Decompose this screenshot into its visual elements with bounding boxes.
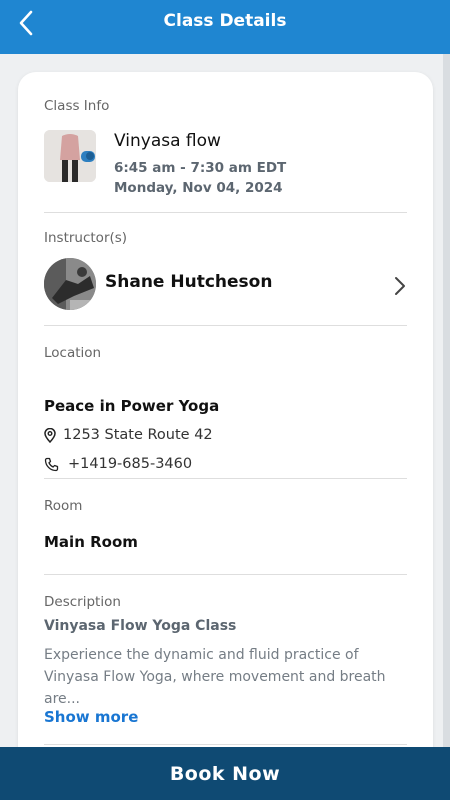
- class-photo-image: [44, 130, 96, 182]
- room-label: Room: [44, 498, 83, 514]
- book-now-button[interactable]: Book Now: [0, 747, 450, 800]
- description-text: Experience the dynamic and fluid practic…: [44, 647, 386, 707]
- scrollbar[interactable]: [443, 54, 450, 747]
- class-name: Vinyasa flow: [114, 131, 221, 151]
- class-details-card: Class Info Vinyasa flow 6:45 am - 7:30 a…: [18, 72, 433, 747]
- page-title: Class Details: [163, 11, 287, 31]
- location-address: 1253 State Route 42: [63, 427, 213, 443]
- instructor-name[interactable]: Shane Hutcheson: [105, 272, 272, 292]
- instructor-section[interactable]: Instructor(s) Shane Hutcheson: [44, 230, 407, 325]
- divider: [44, 325, 407, 326]
- instructor-label: Instructor(s): [44, 230, 128, 246]
- avatar: [44, 258, 96, 310]
- details-scroll-area[interactable]: Class Info Vinyasa flow 6:45 am - 7:30 a…: [0, 54, 450, 747]
- book-now-label: Book Now: [169, 762, 281, 785]
- description-section: Description Vinyasa Flow Yoga Class Expe…: [44, 594, 407, 744]
- top-app-bar: Class Details: [0, 0, 450, 54]
- chevron-left-icon: [19, 10, 33, 36]
- phone-icon: [44, 457, 59, 471]
- room-name: Main Room: [44, 533, 138, 551]
- divider: [44, 574, 407, 575]
- location-phone: +1419-685-3460: [68, 456, 193, 472]
- location-label: Location: [44, 345, 102, 361]
- class-info-label: Class Info: [44, 98, 110, 114]
- show-more-link[interactable]: Show more: [44, 708, 138, 726]
- map-pin-icon: [44, 427, 56, 443]
- phone-row[interactable]: +1419-685-3460: [44, 456, 192, 472]
- room-section: Room Main Room: [44, 498, 407, 558]
- divider: [44, 212, 407, 213]
- class-time: 6:45 am - 7:30 am EDT: [114, 160, 287, 176]
- back-button[interactable]: [12, 9, 40, 37]
- divider: [44, 744, 407, 745]
- instructor-photo-image: [44, 258, 96, 310]
- chevron-right-icon[interactable]: [393, 276, 407, 296]
- class-info-section: Class Info Vinyasa flow 6:45 am - 7:30 a…: [44, 98, 407, 198]
- location-section: Location Peace in Power Yoga 1253 State …: [44, 345, 407, 475]
- class-thumbnail: [44, 130, 96, 182]
- location-name: Peace in Power Yoga: [44, 397, 220, 415]
- address-row[interactable]: 1253 State Route 42: [44, 427, 213, 443]
- class-date: Monday, Nov 04, 2024: [114, 180, 283, 196]
- description-title: Vinyasa Flow Yoga Class: [44, 618, 237, 634]
- description-label: Description: [44, 594, 121, 610]
- divider: [44, 478, 407, 479]
